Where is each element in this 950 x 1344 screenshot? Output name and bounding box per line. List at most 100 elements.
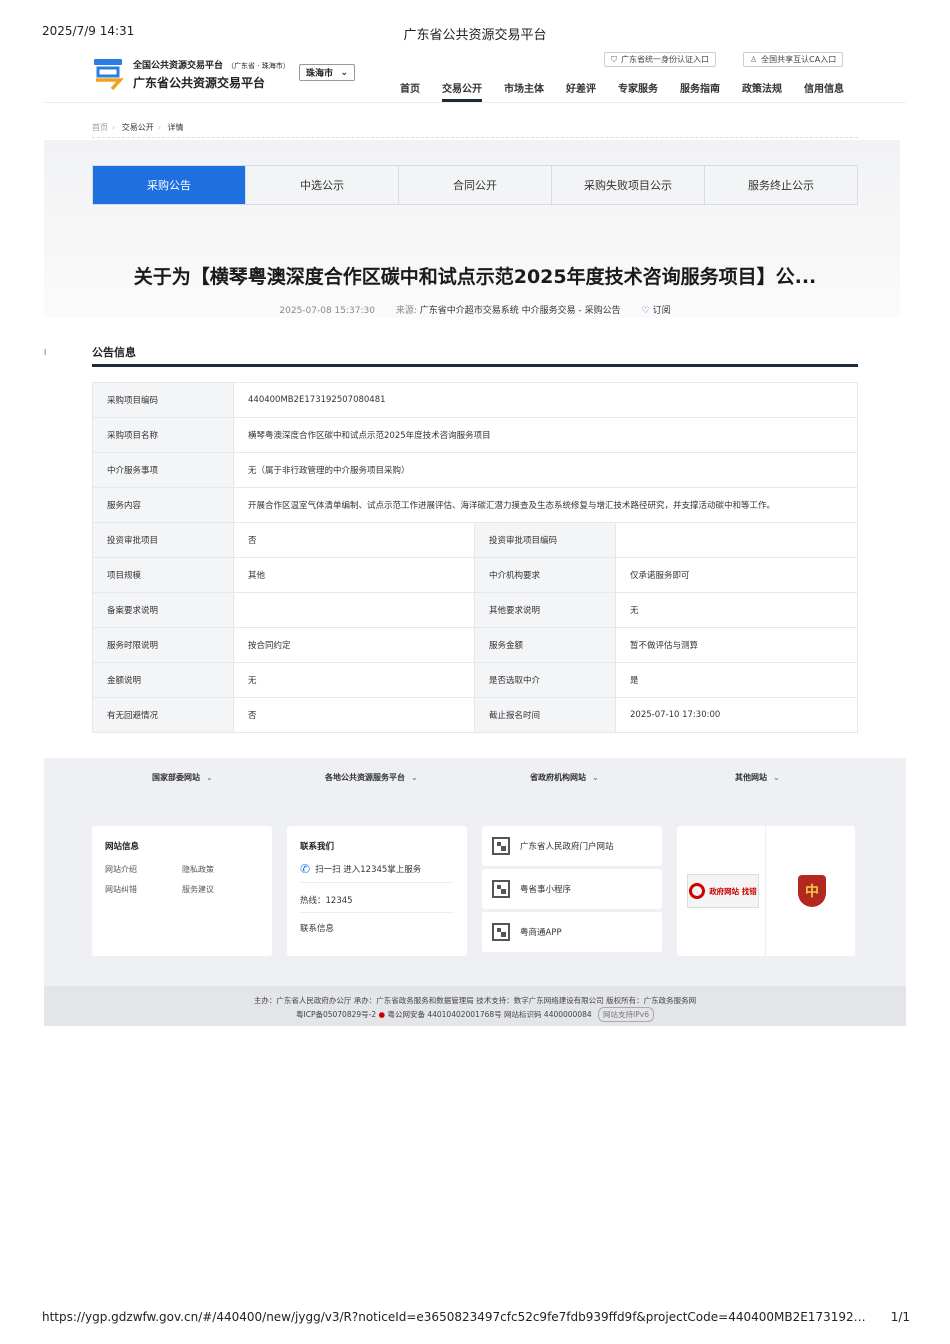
section-title: 公告信息 [92, 344, 858, 367]
field-value: 仅承诺服务即可 [615, 557, 858, 593]
logo-icon[interactable] [90, 56, 126, 92]
field-label: 中介服务事项 [92, 452, 234, 488]
nav-rating[interactable]: 好差评 [566, 80, 596, 102]
site-header: 全国公共资源交易平台 （广东省 · 珠海市） 广东省公共资源交易平台 珠海市 ⌄ … [44, 48, 906, 103]
notice-title: 关于为【横琴粤澳深度合作区碳中和试点示范2025年度技术咨询服务项目】公... [133, 266, 817, 288]
party-gov-badge[interactable]: 中 [798, 875, 826, 907]
qr-yueshangtong[interactable]: 粤商通APP [482, 912, 662, 952]
phone-app-icon: ✆ [300, 862, 311, 876]
print-url: https://ygp.gdzwfw.gov.cn/#/440400/new/j… [42, 1310, 872, 1324]
table-row: 项目规模 其他 中介机构要求 仅承诺服务即可 [92, 557, 858, 593]
field-label: 其他要求说明 [474, 592, 616, 628]
field-label: 中介机构要求 [474, 557, 616, 593]
site-info-title: 网站信息 [105, 842, 140, 852]
unified-auth-button[interactable]: ⛉ 广东省统一身份认证入口 [604, 52, 716, 67]
qr-yueshengshi[interactable]: 粤省事小程序 [482, 869, 662, 909]
ipv6-badge: 网站支持IPv6 [598, 1007, 654, 1022]
side-mark: l [44, 348, 47, 357]
hotline: 热线：12345 [300, 894, 454, 913]
field-value: 否 [233, 522, 475, 558]
site-intro-link[interactable]: 网站介绍 [105, 864, 137, 875]
nav-service-guide[interactable]: 服务指南 [680, 80, 720, 102]
table-row: 服务时限说明 按合同约定 服务金额 暂不做评估与测算 [92, 627, 858, 663]
field-label: 采购项目名称 [92, 417, 234, 453]
field-label: 项目规模 [92, 557, 234, 593]
nav-market-entity[interactable]: 市场主体 [504, 80, 544, 102]
breadcrumb: 首页 › 交易公开 › 详情 [92, 122, 858, 138]
field-value: 无 [233, 662, 475, 698]
print-page-number: 1/1 [890, 1310, 910, 1324]
field-value: 暂不做评估与测算 [615, 627, 858, 663]
footer-link-other[interactable]: 其他网站 ⌄ [735, 772, 780, 783]
suggestion-link[interactable]: 服务建议 [182, 884, 214, 895]
logo-title-small: 全国公共资源交易平台 （广东省 · 珠海市） [133, 61, 290, 71]
footer-sponsor: 主办：广东省人民政府办公厅 承办：广东省政务服务和数据管理局 技术支持：数字广东… [253, 996, 697, 1005]
field-value: 2025-07-10 17:30:00 [615, 697, 858, 733]
notice-info-table: 采购项目编码 440400MB2E173192507080481 采购项目名称 … [92, 382, 858, 733]
ca-auth-button[interactable]: ♙ 全国共享互认CA入口 [743, 52, 844, 67]
logo-title: 广东省公共资源交易平台 [133, 76, 266, 90]
tab-failed-publicity[interactable]: 采购失败项目公示 [552, 166, 705, 204]
footer-link-provincial[interactable]: 省政府机构网站 ⌄ [530, 772, 599, 783]
chevron-down-icon: ⌄ [411, 773, 418, 782]
footer-link-local-platforms[interactable]: 各地公共资源服务平台 ⌄ [325, 772, 418, 783]
field-value: 按合同约定 [233, 627, 475, 663]
gov-site-error-badge[interactable]: 政府网站 找错 [687, 874, 759, 908]
site-correction-link[interactable]: 网站纠错 [105, 884, 137, 895]
field-value: 无（属于非行政管理的中介服务项目采购） [233, 452, 858, 488]
table-row: 金额说明 无 是否选取中介 是 [92, 662, 858, 698]
field-value: 否 [233, 697, 475, 733]
chevron-down-icon: ⌄ [773, 773, 780, 782]
chevron-down-icon: ⌄ [340, 67, 348, 78]
tab-termination-publicity[interactable]: 服务终止公示 [705, 166, 857, 204]
city-select[interactable]: 珠海市 ⌄ [299, 64, 355, 81]
qr-gov-portal[interactable]: 广东省人民政府门户网站 [482, 826, 662, 866]
field-label: 截止报名时间 [474, 697, 616, 733]
police-record-link[interactable]: 粤公网安备 44010402001768号 [387, 1010, 501, 1019]
table-row: 备案要求说明 其他要求说明 无 [92, 592, 858, 628]
icp-link[interactable]: 粤ICP备05070829号-2 [296, 1010, 376, 1019]
breadcrumb-section[interactable]: 交易公开 [122, 123, 154, 132]
print-footer: https://ygp.gdzwfw.gov.cn/#/440400/new/j… [0, 1310, 950, 1326]
field-label: 金额说明 [92, 662, 234, 698]
site-id: 网站标识码 4400000084 [504, 1010, 592, 1019]
table-row: 采购项目编码 440400MB2E173192507080481 [92, 382, 858, 418]
print-header: 2025/7/9 14:31 广东省公共资源交易平台 [0, 24, 950, 43]
footer-link-ministries[interactable]: 国家部委网站 ⌄ [152, 772, 213, 783]
field-label: 服务时限说明 [92, 627, 234, 663]
nav-expert-service[interactable]: 专家服务 [618, 80, 658, 102]
notice-meta: 2025-07-08 15:37:30 来源: 广东省中介超市交易系统 中介服务… [0, 303, 950, 316]
field-label: 服务金额 [474, 627, 616, 663]
user-icon: ♙ [750, 55, 758, 64]
field-value [615, 522, 858, 558]
contact-card: 联系我们 ✆ 扫一扫 进入12345掌上服务 热线：12345 联系信息 [287, 826, 467, 956]
nav-home[interactable]: 首页 [400, 80, 420, 102]
site-info-card: 网站信息 网站介绍 隐私政策 网站纠错 服务建议 [92, 826, 272, 956]
field-value: 无 [615, 592, 858, 628]
privacy-link[interactable]: 隐私政策 [182, 864, 214, 875]
field-value: 是 [615, 662, 858, 698]
table-row: 服务内容 开展合作区温室气体清单编制、试点示范工作进展评估、海洋碳汇潜力摸查及生… [92, 487, 858, 523]
footer-copyright: 主办：广东省人民政府办公厅 承办：广东省政务服务和数据管理局 技术支持：数字广东… [44, 986, 906, 1026]
scan-12345[interactable]: ✆ 扫一扫 进入12345掌上服务 [300, 862, 454, 883]
field-label: 投资审批项目编码 [474, 522, 616, 558]
nav-trade-public[interactable]: 交易公开 [442, 80, 482, 102]
field-label: 有无回避情况 [92, 697, 234, 733]
contact-info-link[interactable]: 联系信息 [300, 922, 334, 934]
nav-policy[interactable]: 政策法规 [742, 80, 782, 102]
breadcrumb-home[interactable]: 首页 [92, 123, 108, 132]
subscribe-button[interactable]: ♡ 订阅 [642, 306, 671, 316]
notice-tabs: 采购公告 中选公示 合同公开 采购失败项目公示 服务终止公示 [92, 165, 858, 205]
site-footer: 国家部委网站 ⌄ 各地公共资源服务平台 ⌄ 省政府机构网站 ⌄ 其他网站 ⌄ 网站信息 … [44, 758, 906, 1026]
tab-selection-publicity[interactable]: 中选公示 [246, 166, 399, 204]
notice-datetime: 2025-07-08 15:37:30 [279, 306, 375, 316]
field-value: 其他 [233, 557, 475, 593]
police-badge-icon: ● [378, 1010, 386, 1019]
field-value: 开展合作区温室气体清单编制、试点示范工作进展评估、海洋碳汇潜力摸查及生态系统修复… [233, 487, 858, 523]
shield-icon: ⛉ [611, 54, 617, 64]
tab-procurement-notice[interactable]: 采购公告 [93, 166, 246, 204]
nav-credit[interactable]: 信用信息 [804, 80, 844, 102]
footer-link-dropdowns: 国家部委网站 ⌄ 各地公共资源服务平台 ⌄ 省政府机构网站 ⌄ 其他网站 ⌄ [44, 772, 906, 786]
table-row: 采购项目名称 横琴粤澳深度合作区碳中和试点示范2025年度技术咨询服务项目 [92, 417, 858, 453]
tab-contract-public[interactable]: 合同公开 [399, 166, 552, 204]
